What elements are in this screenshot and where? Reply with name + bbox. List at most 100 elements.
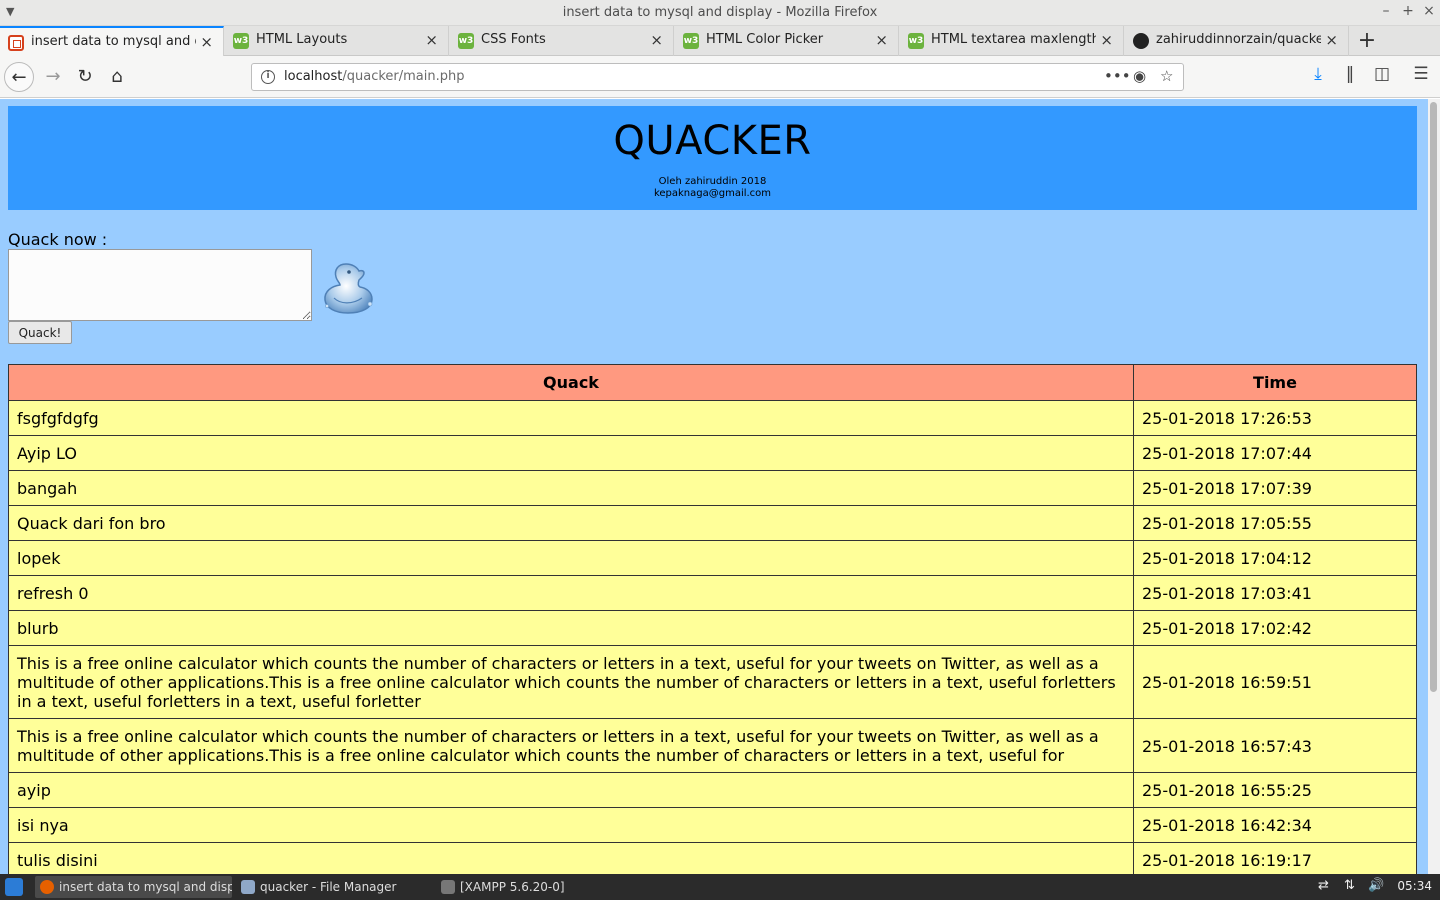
url-host: localhost [284,69,343,84]
quacks-table: Quack Time fsgfgfdgfg 25-01-2018 17:26:53… [8,364,1417,874]
quack-cell: blurb [8,610,1134,646]
sidebar-icon[interactable]: ◫ [1369,64,1395,84]
error-page-icon [8,35,24,51]
reload-icon[interactable]: ↻ [70,62,100,92]
tab-label: insert data to mysql and displ [31,34,196,49]
hamburger-menu-icon[interactable]: ☰ [1408,64,1434,84]
table-row: This is a free online calculator which c… [8,645,1417,719]
time-cell: 25-01-2018 17:04:12 [1133,540,1417,576]
desktop-taskbar: insert data to mysql and disp... quacker… [0,874,1440,900]
back-arrow-icon[interactable]: ← [4,62,34,92]
window-titlebar: ▼ insert data to mysql and display - Moz… [0,0,1440,26]
url-bar[interactable]: i localhost/quacker/main.php ••• ◉ ☆ [251,63,1184,91]
table-row: tulis disini 25-01-2018 16:19:17 [8,842,1417,874]
maximize-icon[interactable]: + [1399,3,1417,19]
tab-close-icon[interactable]: × [875,31,888,49]
time-cell: 25-01-2018 17:07:39 [1133,470,1417,506]
quack-textarea[interactable] [8,249,312,321]
credit-email: kepaknaga@gmail.com [653,188,772,199]
time-cell: 25-01-2018 16:55:25 [1133,772,1417,808]
tab-textarea-maxlength[interactable]: w3 HTML textarea maxlength Att × [900,26,1124,56]
time-cell: 25-01-2018 17:07:44 [1133,435,1417,471]
table-row: isi nya 25-01-2018 16:42:34 [8,807,1417,843]
taskbar-item-xampp[interactable]: [XAMPP 5.6.20-0] [436,876,631,898]
volume-icon[interactable]: 🔊 [1368,878,1384,893]
quack-cell: isi nya [8,807,1134,843]
time-cell: 25-01-2018 16:19:17 [1133,842,1417,874]
w3schools-icon: w3 [458,33,474,49]
tab-label: HTML Color Picker [706,32,824,47]
taskbar-item-label: [XAMPP 5.6.20-0] [460,880,565,894]
table-row: Quack dari fon bro 25-01-2018 17:05:55 [8,505,1417,541]
minimize-icon[interactable]: – [1377,3,1395,19]
taskbar-item-label: quacker - File Manager [260,880,397,894]
tab-close-icon[interactable]: × [1325,31,1338,49]
tab-css-fonts[interactable]: w3 CSS Fonts × [450,26,674,56]
quack-cell: tulis disini [8,842,1134,874]
github-icon [1133,33,1149,49]
quack-cell: Quack dari fon bro [8,505,1134,541]
page-header: QUACKER Oleh zahiruddin 2018 kepaknaga@g… [8,106,1417,210]
site-info-icon[interactable]: i [261,70,275,84]
w3schools-icon: w3 [908,33,924,49]
scrollbar-thumb[interactable] [1430,102,1437,692]
page-scrollbar[interactable] [1428,99,1440,874]
close-window-icon[interactable]: × [1420,3,1438,19]
tab-github-quacker[interactable]: zahiruddinnorzain/quacker × [1125,26,1349,56]
window-icon [441,880,455,894]
table-header-row: Quack Time [8,364,1417,401]
quack-cell: refresh 0 [8,575,1134,611]
time-cell: 25-01-2018 17:02:42 [1133,610,1417,646]
transfer-arrows-icon[interactable]: ⇅ [1344,878,1355,893]
time-cell: 25-01-2018 16:57:43 [1133,718,1417,773]
quack-cell: This is a free online calculator which c… [8,718,1134,773]
duck-icon [324,263,373,314]
url-text[interactable]: localhost/quacker/main.php [284,69,465,84]
table-row: bangah 25-01-2018 17:07:39 [8,470,1417,506]
table-row: fsgfgfdgfg 25-01-2018 17:26:53 [8,400,1417,436]
page-actions-ellipsis-icon[interactable]: ••• [1104,67,1131,85]
quack-cell: lopek [8,540,1134,576]
quack-cell: bangah [8,470,1134,506]
tab-label: HTML Layouts [256,32,348,47]
taskbar-clock[interactable]: 05:34 [1397,879,1432,893]
quack-submit-button[interactable]: Quack! [8,321,72,344]
downloads-icon[interactable]: ⤓ [1305,64,1331,84]
w3schools-icon: w3 [233,33,249,49]
time-cell: 25-01-2018 17:26:53 [1133,400,1417,436]
new-tab-plus-icon[interactable]: + [1355,28,1379,53]
navigation-toolbar: ← → ↻ ⌂ i localhost/quacker/main.php •••… [0,56,1440,98]
tab-close-icon[interactable]: × [650,31,663,49]
forward-arrow-icon[interactable]: → [38,62,68,92]
tab-close-icon[interactable]: × [1100,31,1113,49]
table-row: ayip 25-01-2018 16:55:25 [8,772,1417,808]
url-path: /quacker/main.php [342,69,465,84]
whisker-menu-icon[interactable] [5,878,23,896]
tab-html-layouts[interactable]: w3 HTML Layouts × [225,26,449,56]
library-icon[interactable]: ‖ [1337,64,1363,84]
time-cell: 25-01-2018 17:05:55 [1133,505,1417,541]
network-icon[interactable]: ⇄ [1318,878,1329,893]
tab-close-icon[interactable]: × [425,31,438,49]
table-row: refresh 0 25-01-2018 17:03:41 [8,575,1417,611]
w3schools-icon: w3 [683,33,699,49]
folder-icon [241,880,255,894]
time-cell: 25-01-2018 17:03:41 [1133,575,1417,611]
taskbar-item-firefox[interactable]: insert data to mysql and disp... [35,876,232,898]
taskbar-item-file-manager[interactable]: quacker - File Manager [236,876,431,898]
tab-label: zahiruddinnorzain/quacker [1156,32,1321,47]
credit-author: Oleh zahiruddin 2018 [658,176,767,187]
tab-insert-data[interactable]: insert data to mysql and displ × [0,26,224,56]
tab-html-color-picker[interactable]: w3 HTML Color Picker × [675,26,899,56]
quack-label: Quack now : [8,230,108,249]
quack-cell: This is a free online calculator which c… [8,645,1134,719]
table-row: This is a free online calculator which c… [8,718,1417,773]
taskbar-item-label: insert data to mysql and disp... [59,880,232,894]
tab-close-icon[interactable]: × [200,33,213,51]
bookmark-star-icon[interactable]: ☆ [1160,67,1173,85]
home-icon[interactable]: ⌂ [102,62,132,92]
window-title: insert data to mysql and display - Mozil… [562,5,878,20]
pocket-icon[interactable]: ◉ [1133,67,1146,85]
quack-cell: ayip [8,772,1134,808]
time-cell: 25-01-2018 16:59:51 [1133,645,1417,719]
